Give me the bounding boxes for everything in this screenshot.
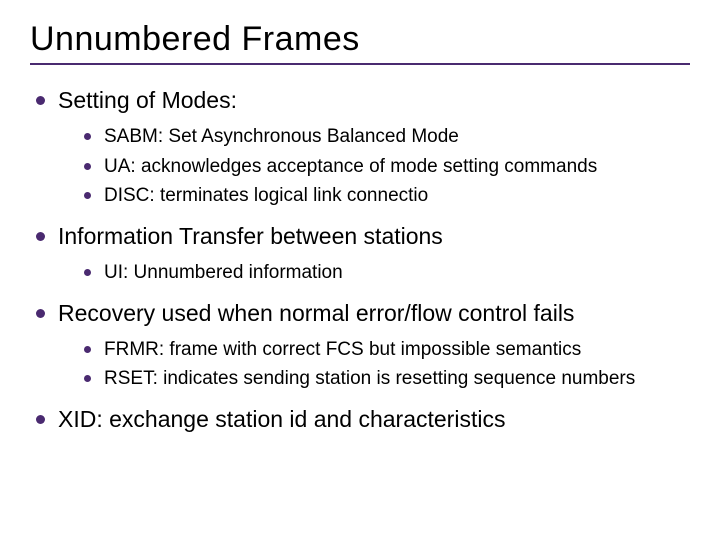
sub-list-item: RSET: indicates sending station is reset… xyxy=(58,366,690,392)
sub-list-item-text: RSET: indicates sending station is reset… xyxy=(104,368,635,389)
sub-list: UI: Unnumbered information xyxy=(58,260,690,286)
sub-list-item: UA: acknowledges acceptance of mode sett… xyxy=(58,154,690,180)
list-item-text: Recovery used when normal error/flow con… xyxy=(58,300,574,326)
sub-list-item: DISC: terminates logical link connectio xyxy=(58,183,690,209)
title-underline xyxy=(30,63,690,65)
list-item: XID: exchange station id and characteris… xyxy=(30,404,690,435)
sub-list-item: FRMR: frame with correct FCS but impossi… xyxy=(58,337,690,363)
list-item-text: XID: exchange station id and characteris… xyxy=(58,406,505,432)
sub-list-item: SABM: Set Asynchronous Balanced Mode xyxy=(58,124,690,150)
slide: Unnumbered Frames Setting of Modes: SABM… xyxy=(0,0,720,467)
sub-list-item-text: UA: acknowledges acceptance of mode sett… xyxy=(104,156,597,177)
bullet-list: Setting of Modes: SABM: Set Asynchronous… xyxy=(30,85,690,435)
sub-list: FRMR: frame with correct FCS but impossi… xyxy=(58,337,690,392)
sub-list: SABM: Set Asynchronous Balanced Mode UA:… xyxy=(58,124,690,209)
list-item: Setting of Modes: SABM: Set Asynchronous… xyxy=(30,85,690,209)
sub-list-item: UI: Unnumbered information xyxy=(58,260,690,286)
list-item-text: Information Transfer between stations xyxy=(58,223,443,249)
sub-list-item-text: FRMR: frame with correct FCS but impossi… xyxy=(104,339,581,360)
slide-title: Unnumbered Frames xyxy=(30,20,690,59)
list-item: Recovery used when normal error/flow con… xyxy=(30,298,690,392)
sub-list-item-text: UI: Unnumbered information xyxy=(104,262,343,283)
sub-list-item-text: DISC: terminates logical link connectio xyxy=(104,185,428,206)
list-item: Information Transfer between stations UI… xyxy=(30,221,690,286)
sub-list-item-text: SABM: Set Asynchronous Balanced Mode xyxy=(104,126,459,147)
list-item-text: Setting of Modes: xyxy=(58,87,237,113)
